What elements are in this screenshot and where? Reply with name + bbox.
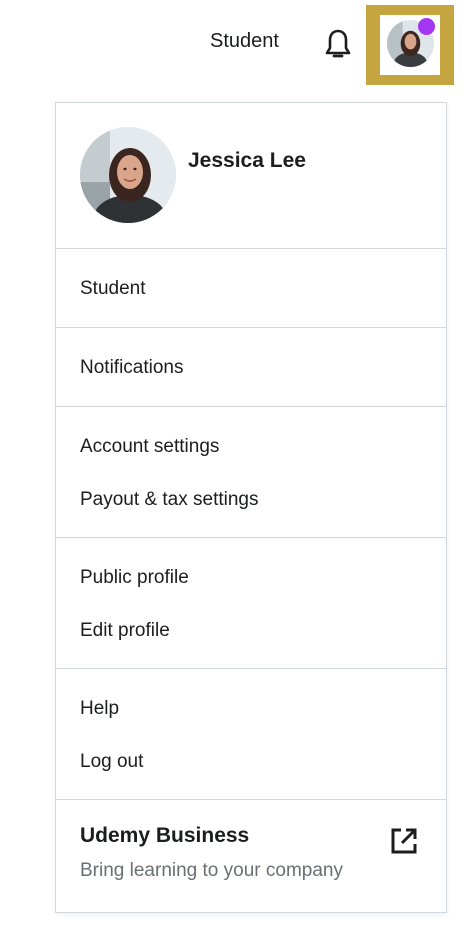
section-student: Student <box>56 249 446 328</box>
profile-avatar <box>80 127 176 223</box>
avatar-button[interactable] <box>366 5 454 85</box>
nav-student-link[interactable]: Student <box>210 30 279 53</box>
business-subtitle: Bring learning to your company <box>80 860 343 881</box>
profile-header[interactable]: Jessica Lee <box>56 103 446 249</box>
udemy-business-link[interactable]: Udemy Business Bring learning to your co… <box>56 800 446 912</box>
section-settings: Account settings Payout & tax settings <box>56 407 446 538</box>
menu-item-account-settings[interactable]: Account settings <box>56 420 446 473</box>
notification-dot <box>418 18 435 35</box>
section-notifications: Notifications <box>56 328 446 407</box>
business-title: Udemy Business <box>80 824 250 847</box>
top-bar: Student <box>0 0 474 90</box>
profile-portrait-icon <box>80 127 176 223</box>
menu-item-help[interactable]: Help <box>56 682 446 735</box>
menu-item-log-out[interactable]: Log out <box>56 735 446 788</box>
profile-name: Jessica Lee <box>188 149 306 172</box>
menu-item-payout-tax[interactable]: Payout & tax settings <box>56 473 446 526</box>
menu-item-student[interactable]: Student <box>56 262 446 315</box>
external-link-icon <box>391 828 417 854</box>
menu-item-public-profile[interactable]: Public profile <box>56 551 446 604</box>
section-profile: Public profile Edit profile <box>56 538 446 669</box>
profile-dropdown-menu: Jessica Lee Student Notifications Accoun… <box>55 102 447 913</box>
menu-item-edit-profile[interactable]: Edit profile <box>56 604 446 657</box>
section-help: Help Log out <box>56 669 446 800</box>
bell-icon[interactable] <box>324 28 352 62</box>
menu-item-notifications[interactable]: Notifications <box>56 341 446 394</box>
